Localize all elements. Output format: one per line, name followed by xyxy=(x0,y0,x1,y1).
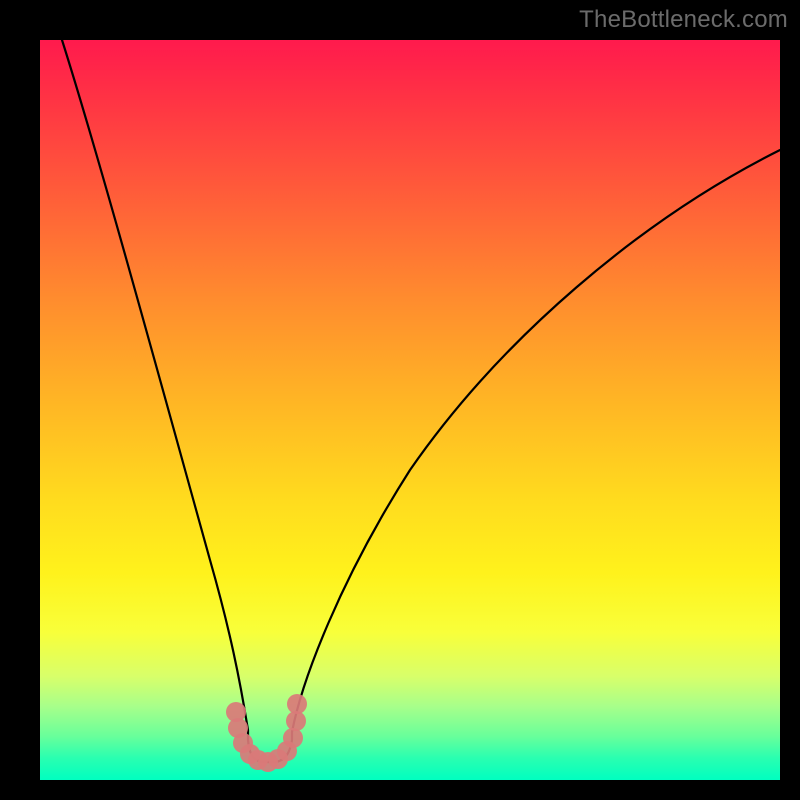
marker-dot xyxy=(287,694,307,714)
plot-area xyxy=(40,40,780,780)
marker-dot xyxy=(286,711,306,731)
marker-dot xyxy=(283,728,303,748)
watermark-text: TheBottleneck.com xyxy=(579,6,788,34)
curve-svg xyxy=(40,40,780,780)
bottleneck-curve xyxy=(62,40,780,762)
chart-frame: TheBottleneck.com xyxy=(0,0,800,800)
marker-cluster xyxy=(226,694,307,772)
